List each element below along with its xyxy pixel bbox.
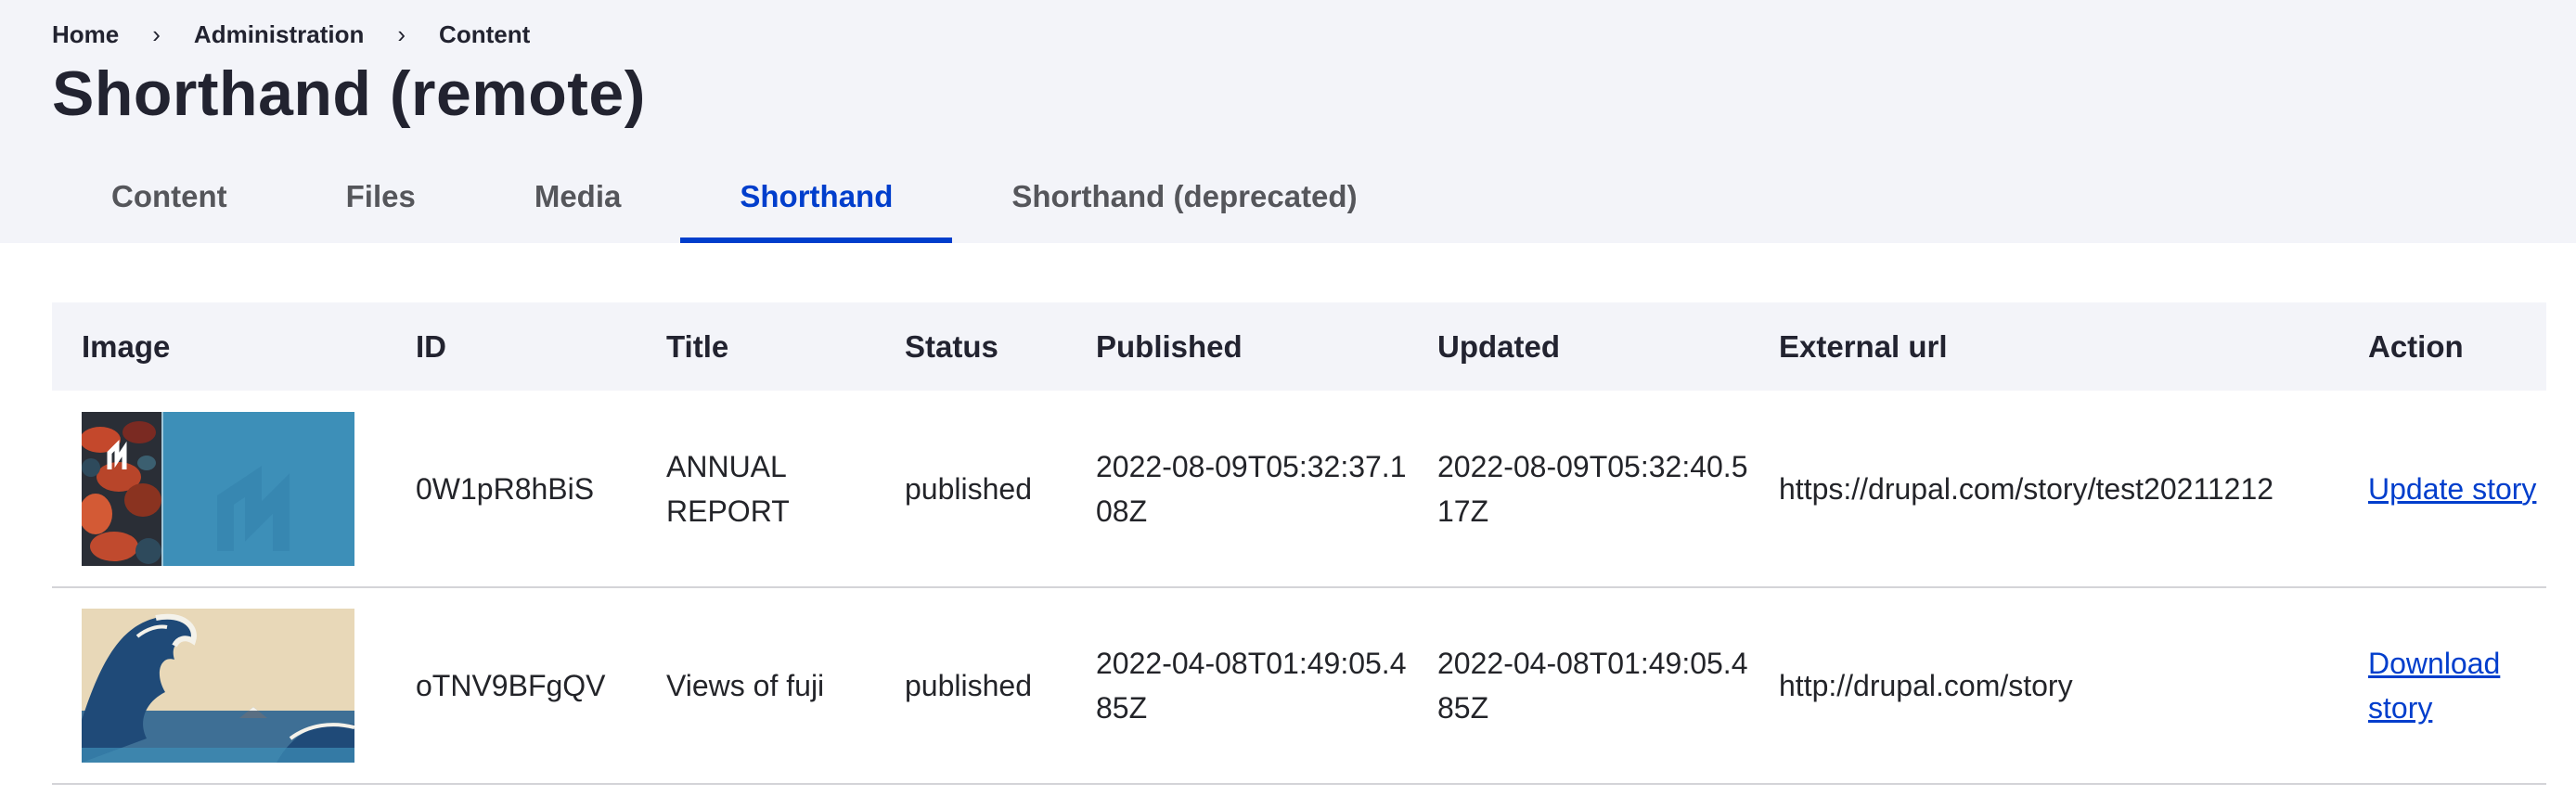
- breadcrumb-home[interactable]: Home: [52, 20, 119, 49]
- action-cell: Update story: [2338, 391, 2546, 587]
- column-header-published: Published: [1096, 328, 1243, 364]
- story-external-url: http://drupal.com/story: [1779, 669, 2073, 702]
- tab-shorthand[interactable]: Shorthand: [680, 150, 953, 243]
- tab-shorthand-deprecated[interactable]: Shorthand (deprecated): [952, 150, 1416, 243]
- update-story-link[interactable]: Update story: [2368, 472, 2536, 506]
- column-header-title: Title: [666, 328, 729, 364]
- column-header-external-url: External url: [1779, 328, 1948, 364]
- story-published: 2022-04-08T01:49:05.485Z: [1096, 647, 1407, 725]
- story-external-url: https://drupal.com/story/test20211212: [1779, 471, 2274, 506]
- story-status: published: [905, 669, 1032, 702]
- action-cell: Download story: [2338, 587, 2546, 784]
- story-id: oTNV9BFgQV: [416, 669, 606, 702]
- table-row: 0W1pR8hBiS ANNUAL REPORT published 2022-…: [52, 391, 2546, 587]
- tab-files[interactable]: Files: [287, 150, 475, 243]
- image-cell: [52, 587, 386, 784]
- primary-tabs: Content Files Media Shorthand Shorthand …: [52, 150, 1417, 243]
- tab-media[interactable]: Media: [475, 150, 681, 243]
- stories-table: Image ID Title Status Published Updated …: [52, 302, 2546, 785]
- story-status: published: [905, 471, 1032, 506]
- column-header-status: Status: [905, 328, 998, 364]
- story-updated: 2022-04-08T01:49:05.485Z: [1437, 647, 1748, 725]
- breadcrumb-separator-icon: ›: [152, 20, 161, 48]
- breadcrumb-content[interactable]: Content: [439, 20, 530, 49]
- story-published: 2022-08-09T05:32:37.108Z: [1096, 449, 1407, 528]
- story-title: ANNUAL REPORT: [666, 449, 790, 528]
- page-header: Home › Administration › Content Shorthan…: [0, 0, 2576, 243]
- tab-content[interactable]: Content: [52, 150, 287, 243]
- column-header-action: Action: [2368, 328, 2464, 364]
- column-header-image: Image: [82, 328, 171, 364]
- breadcrumb: Home › Administration › Content: [52, 20, 530, 49]
- annual-report-thumbnail: [82, 411, 354, 566]
- download-story-link[interactable]: Download story: [2368, 647, 2500, 725]
- breadcrumb-administration[interactable]: Administration: [194, 20, 364, 49]
- column-header-id: ID: [416, 328, 446, 364]
- breadcrumb-separator-icon: ›: [397, 20, 406, 48]
- image-cell: [52, 391, 386, 587]
- column-header-updated: Updated: [1437, 328, 1560, 364]
- table-row: oTNV9BFgQV Views of fuji published 2022-…: [52, 587, 2546, 784]
- table-header-row: Image ID Title Status Published Updated …: [52, 302, 2546, 391]
- page-title: Shorthand (remote): [52, 58, 646, 129]
- story-title: Views of fuji: [666, 669, 825, 702]
- story-id: 0W1pR8hBiS: [416, 471, 595, 506]
- great-wave-thumbnail: [82, 609, 354, 763]
- story-updated: 2022-08-09T05:32:40.517Z: [1437, 449, 1748, 528]
